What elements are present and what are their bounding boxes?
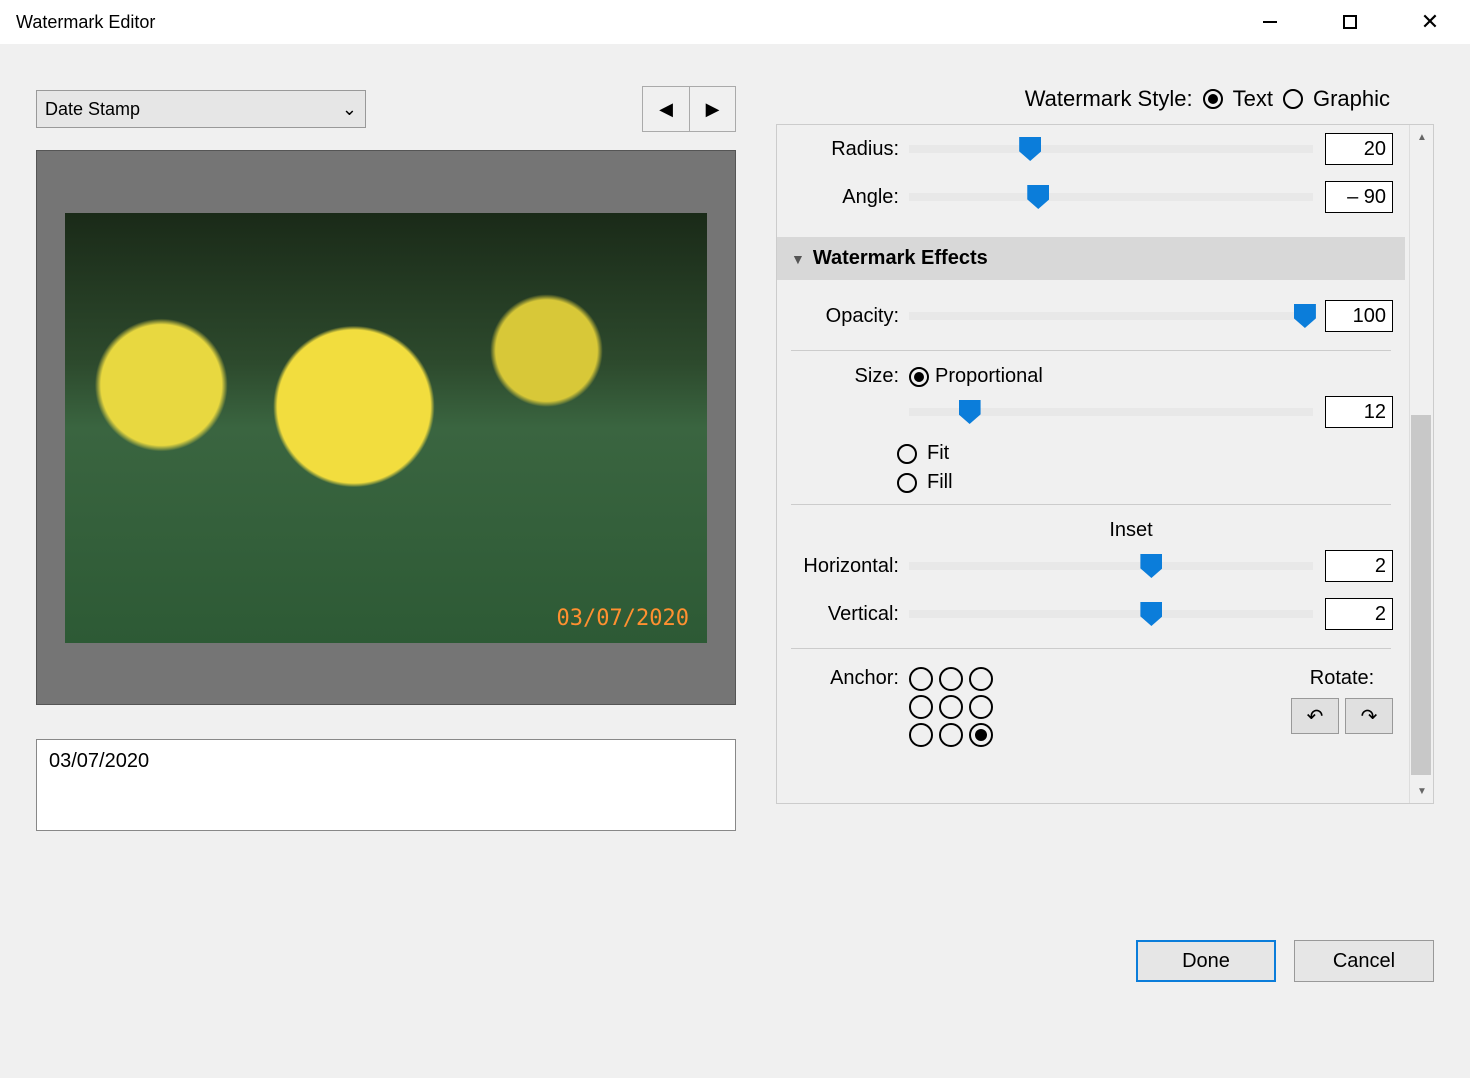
close-icon: ✕	[1421, 11, 1439, 33]
radius-value[interactable]: 20	[1325, 133, 1393, 165]
size-fit-radio[interactable]	[897, 444, 917, 464]
titlebar: Watermark Editor ✕	[0, 0, 1470, 44]
angle-label: Angle:	[789, 186, 899, 209]
angle-slider[interactable]	[909, 193, 1313, 201]
inset-h-thumb[interactable]	[1140, 554, 1162, 578]
anchor-br[interactable]	[969, 723, 993, 747]
anchor-label: Anchor:	[789, 667, 899, 690]
close-button[interactable]: ✕	[1390, 0, 1470, 44]
size-proportional-label: Proportional	[935, 365, 1043, 388]
radius-thumb[interactable]	[1019, 137, 1041, 161]
rotate-right-button[interactable]: ↷	[1345, 698, 1393, 734]
opacity-slider[interactable]	[909, 312, 1313, 320]
done-button[interactable]: Done	[1136, 940, 1276, 982]
size-fill-row: Fill	[777, 471, 1405, 494]
size-thumb[interactable]	[959, 400, 981, 424]
anchor-tr[interactable]	[969, 667, 993, 691]
inset-vertical-value[interactable]: 2	[1325, 598, 1393, 630]
size-value[interactable]: 12	[1325, 396, 1393, 428]
watermark-text-input[interactable]: 03/07/2020	[36, 739, 736, 831]
preset-selected: Date Stamp	[45, 99, 140, 120]
rotate-left-button[interactable]: ↶	[1291, 698, 1339, 734]
scroll-thumb[interactable]	[1411, 415, 1431, 775]
radius-label: Radius:	[789, 138, 899, 161]
maximize-icon	[1343, 15, 1357, 29]
opacity-row: Opacity: 100	[777, 292, 1405, 340]
dialog-buttons: Done Cancel	[0, 924, 1470, 998]
minimize-icon	[1263, 21, 1277, 23]
maximize-button[interactable]	[1310, 0, 1390, 44]
style-graphic-radio[interactable]	[1283, 89, 1303, 109]
angle-value[interactable]: – 90	[1325, 181, 1393, 213]
cancel-button[interactable]: Cancel	[1294, 940, 1434, 982]
opacity-value[interactable]: 100	[1325, 300, 1393, 332]
size-fit-label: Fit	[927, 442, 949, 465]
opacity-thumb[interactable]	[1294, 304, 1316, 328]
scroll-up-icon[interactable]: ▲	[1410, 125, 1434, 149]
inset-horizontal-slider[interactable]	[909, 562, 1313, 570]
angle-thumb[interactable]	[1027, 185, 1049, 209]
inset-horizontal-row: Horizontal: 2	[777, 542, 1405, 590]
anchor-bc[interactable]	[939, 723, 963, 747]
anchor-tl[interactable]	[909, 667, 933, 691]
inset-vertical-label: Vertical:	[789, 603, 899, 626]
size-fit-row: Fit	[777, 442, 1405, 465]
preview-image: 03/07/2020	[65, 213, 707, 643]
watermark-preview-text: 03/07/2020	[557, 606, 689, 631]
window-title: Watermark Editor	[16, 12, 155, 33]
anchor-bl[interactable]	[909, 723, 933, 747]
preview-frame: 03/07/2020	[36, 150, 736, 705]
preview-nav: ◀ ▶	[642, 86, 736, 132]
next-image-button[interactable]: ▶	[689, 87, 735, 131]
style-label: Watermark Style:	[1025, 86, 1193, 112]
divider	[791, 648, 1391, 649]
style-text-radio[interactable]	[1203, 89, 1223, 109]
size-fill-label: Fill	[927, 471, 953, 494]
prev-image-button[interactable]: ◀	[643, 87, 689, 131]
anchor-rotate-row: Anchor: Rotate:	[777, 659, 1405, 755]
effects-header[interactable]: ▼ Watermark Effects	[777, 237, 1405, 280]
preset-dropdown[interactable]: Date Stamp ⌄	[36, 90, 366, 128]
opacity-label: Opacity:	[789, 305, 899, 328]
inset-horizontal-label: Horizontal:	[789, 555, 899, 578]
minimize-button[interactable]	[1230, 0, 1310, 44]
size-proportional-radio[interactable]	[909, 367, 929, 387]
watermark-style-row: Watermark Style: Text Graphic	[776, 86, 1434, 112]
angle-row: Angle: – 90	[777, 173, 1405, 221]
size-row: Size: Proportional	[777, 361, 1405, 388]
rotate-buttons: ↶ ↷	[1291, 698, 1393, 734]
inset-vertical-row: Vertical: 2	[777, 590, 1405, 638]
scroll-down-icon[interactable]: ▼	[1410, 779, 1434, 803]
size-fill-radio[interactable]	[897, 473, 917, 493]
size-label: Size:	[789, 365, 899, 388]
size-slider-row: 12	[777, 388, 1405, 436]
anchor-grid	[909, 667, 995, 747]
radius-row: Radius: 20	[777, 125, 1405, 173]
size-slider[interactable]	[909, 408, 1313, 416]
anchor-tc[interactable]	[939, 667, 963, 691]
inset-v-thumb[interactable]	[1140, 602, 1162, 626]
divider	[791, 350, 1391, 351]
chevron-down-icon: ⌄	[342, 99, 357, 120]
inset-title: Inset	[777, 519, 1405, 542]
anchor-ml[interactable]	[909, 695, 933, 719]
radius-slider[interactable]	[909, 145, 1313, 153]
style-text-label: Text	[1233, 86, 1273, 112]
rotate-label: Rotate:	[1310, 667, 1374, 690]
disclosure-triangle-icon: ▼	[791, 251, 805, 267]
divider	[791, 504, 1391, 505]
style-graphic-label: Graphic	[1313, 86, 1390, 112]
window-controls: ✕	[1230, 0, 1470, 44]
inset-vertical-slider[interactable]	[909, 610, 1313, 618]
settings-scrollbar[interactable]: ▲ ▼	[1409, 125, 1433, 803]
anchor-mc[interactable]	[939, 695, 963, 719]
anchor-mr[interactable]	[969, 695, 993, 719]
settings-panel: Radius: 20 Angle: – 90 ▼ Watermark Effec…	[776, 124, 1434, 804]
inset-horizontal-value[interactable]: 2	[1325, 550, 1393, 582]
